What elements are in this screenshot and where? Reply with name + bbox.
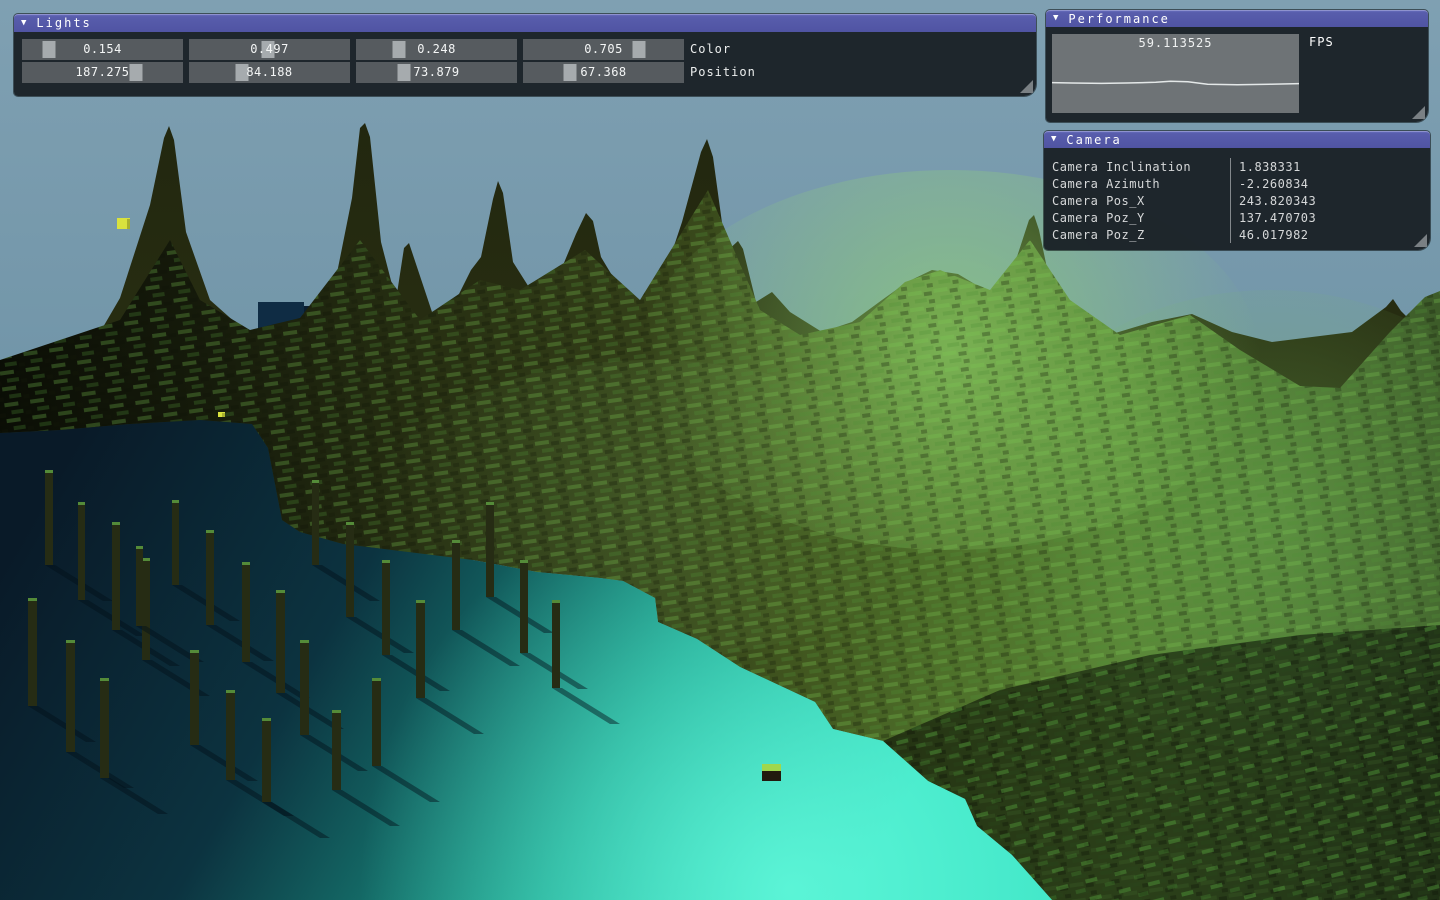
slider-row-label: Color bbox=[690, 39, 731, 60]
camera-readout-rows: Camera Inclination1.838331Camera Azimuth… bbox=[1044, 148, 1430, 243]
slider-value: 187.275 bbox=[22, 62, 183, 83]
slider-value: 67.368 bbox=[523, 62, 684, 83]
performance-panel: ▼ Performance 59.113525 FPS bbox=[1046, 10, 1428, 122]
camera-row: Camera Poz_Y137.470703 bbox=[1052, 209, 1430, 226]
slider-value: 0.705 bbox=[523, 39, 684, 60]
slider-value: 73.879 bbox=[356, 62, 517, 83]
camera-row-value: 46.017982 bbox=[1230, 226, 1309, 243]
fps-value: 59.113525 bbox=[1052, 36, 1299, 50]
camera-row: Camera Poz_Z46.017982 bbox=[1052, 226, 1430, 243]
camera-row: Camera Pos_X243.820343 bbox=[1052, 192, 1430, 209]
collapse-triangle-icon[interactable]: ▼ bbox=[1053, 14, 1060, 23]
slider-value: 0.248 bbox=[356, 39, 517, 60]
camera-row: Camera Inclination1.838331 bbox=[1052, 158, 1430, 175]
camera-panel-titlebar[interactable]: ▼ Camera bbox=[1044, 131, 1430, 148]
resize-grip-icon[interactable] bbox=[1414, 234, 1427, 247]
light-slider[interactable]: 0.248 bbox=[356, 39, 517, 60]
performance-panel-titlebar[interactable]: ▼ Performance bbox=[1046, 10, 1428, 27]
slider-value: 0.497 bbox=[189, 39, 350, 60]
resize-grip-icon[interactable] bbox=[1020, 80, 1033, 93]
performance-panel-title: Performance bbox=[1068, 12, 1169, 26]
camera-row-value: 243.820343 bbox=[1230, 192, 1316, 209]
camera-row: Camera Azimuth-2.260834 bbox=[1052, 175, 1430, 192]
collapse-triangle-icon[interactable]: ▼ bbox=[21, 19, 28, 28]
camera-row-value: 137.470703 bbox=[1230, 209, 1316, 226]
light-slider[interactable]: 187.275 bbox=[22, 62, 183, 83]
light-slider[interactable]: 73.879 bbox=[356, 62, 517, 83]
camera-row-label: Camera Poz_Z bbox=[1052, 228, 1230, 242]
camera-panel: ▼ Camera Camera Inclination1.838331Camer… bbox=[1044, 131, 1430, 250]
slider-row: 0.154 0.497 0.248 0.705 Color bbox=[22, 39, 1036, 60]
light-slider[interactable]: 0.705 bbox=[523, 39, 684, 60]
light-slider[interactable]: 0.154 bbox=[22, 39, 183, 60]
light-slider[interactable]: 84.188 bbox=[189, 62, 350, 83]
light-slider[interactable]: 67.368 bbox=[523, 62, 684, 83]
slider-value: 0.154 bbox=[22, 39, 183, 60]
performance-body: 59.113525 FPS bbox=[1046, 27, 1428, 113]
slider-row-label: Position bbox=[690, 62, 756, 83]
collapse-triangle-icon[interactable]: ▼ bbox=[1051, 135, 1058, 144]
slider-value: 84.188 bbox=[189, 62, 350, 83]
fps-graph: 59.113525 bbox=[1052, 34, 1299, 113]
resize-grip-icon[interactable] bbox=[1412, 106, 1425, 119]
camera-row-label: Camera Pos_X bbox=[1052, 194, 1230, 208]
lights-panel-titlebar[interactable]: ▼ Lights bbox=[14, 14, 1036, 32]
light-slider[interactable]: 0.497 bbox=[189, 39, 350, 60]
camera-row-value: 1.838331 bbox=[1230, 158, 1301, 175]
lights-slider-rows: 0.154 0.497 0.248 0.705 Color 187.275 84.188 73… bbox=[14, 32, 1036, 83]
camera-panel-title: Camera bbox=[1066, 133, 1121, 147]
lights-panel-title: Lights bbox=[36, 16, 91, 30]
camera-row-label: Camera Inclination bbox=[1052, 160, 1230, 174]
camera-row-value: -2.260834 bbox=[1230, 175, 1309, 192]
lights-panel: ▼ Lights 0.1540.4970.2480.705Color187.27… bbox=[14, 14, 1036, 96]
slider-row: 187.275 84.188 73.879 67.368 Position bbox=[22, 62, 1036, 83]
camera-row-label: Camera Poz_Y bbox=[1052, 211, 1230, 225]
camera-row-label: Camera Azimuth bbox=[1052, 177, 1230, 191]
fps-label: FPS bbox=[1309, 35, 1334, 113]
